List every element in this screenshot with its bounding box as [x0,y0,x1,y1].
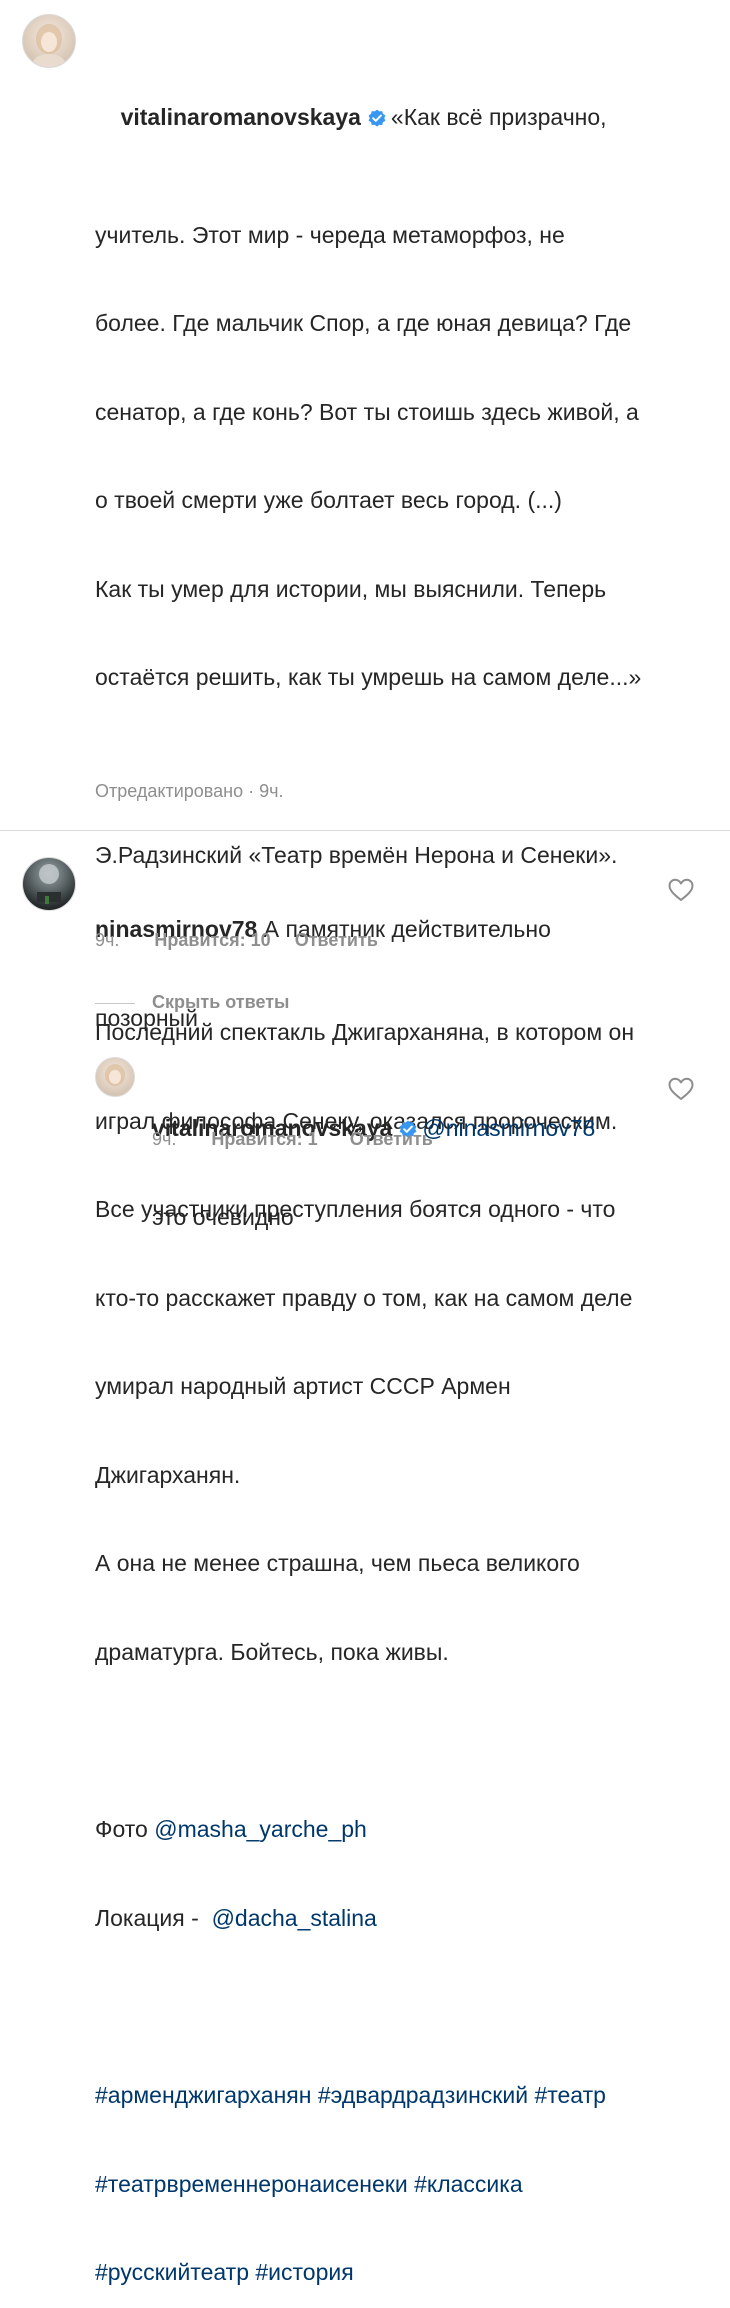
author-avatar[interactable] [22,14,76,68]
edited-timestamp: Отредактировано · 9ч. [95,781,284,801]
quote-line: более. Где мальчик Спор, а где юная деви… [95,310,632,336]
body-line: умирал народный артист СССР Армен [95,1373,511,1399]
location-label: Локация - [95,1904,212,1931]
commenter-avatar[interactable] [22,857,76,911]
verified-badge-icon [367,106,387,127]
reply-comment-text: vitalinaromanovskaya @ninasmirnov78 это о… [152,1055,652,1262]
hide-replies-line [95,1003,135,1004]
author-avatar-image [33,24,65,67]
reply-time: 9ч. [152,1129,177,1149]
hashtag-line[interactable]: #театрвременнеронаисенеки #классика [95,2170,715,2200]
reply-meta-row: 9ч. Нравится: 1 Ответить [152,1129,433,1150]
comment-time: 9ч. [95,930,120,950]
hashtag-line[interactable]: #арменджигарханян #эдвардрадзинский #теа… [95,2081,715,2111]
quote-line: сенатор, а где конь? Вот ты стоишь здесь… [95,398,639,425]
section-divider [0,830,730,831]
reply-button[interactable]: Ответить [295,930,378,950]
comment-meta-row: 9ч. Нравится: 10 Ответить [95,930,378,951]
hide-replies-label: Скрыть ответы [152,992,290,1012]
comment-likes-count[interactable]: Нравится: 10 [154,930,270,950]
quote-line: «Как всё призрачно, [390,103,607,130]
photographer-mention-link[interactable]: @masha_yarche_ph [154,1816,367,1842]
photo-label: Фото [95,1816,155,1842]
location-mention-link[interactable]: @dacha_stalina [212,1905,377,1931]
commenter-avatar-image [37,864,61,904]
like-comment-heart-icon[interactable] [668,878,694,902]
body-line: Джигарханян. [95,1461,241,1488]
caption-first-line: vitalinaromanovskaya «Как всё призрачно, [95,73,715,162]
body-line: драматурга. Бойтесь, пока живы. [95,1638,449,1665]
reply-avatar-image [105,1064,125,1086]
reply-reply-button[interactable]: Ответить [350,1129,433,1149]
reply-author-avatar[interactable] [95,1057,135,1097]
quote-line: Как ты умер для истории, мы выяснили. Те… [95,575,607,602]
quote-line: остаётся решить, как ты умрешь на самом … [95,664,642,690]
hashtag-line[interactable]: #русскийтеатр #история [95,2258,715,2288]
body-line: кто-то расскажет правду о том, как на са… [95,1284,633,1311]
comment-text: ninasmirnov78 А памятник действительно п… [95,856,655,1063]
reply-likes-count[interactable]: Нравится: 1 [211,1129,317,1149]
reply-mention-link[interactable]: @ninasmirnov78 [422,1115,595,1141]
quote-line: о твоей смерти уже болтает весь город. (… [95,487,562,513]
author-username[interactable]: vitalinaromanovskaya [121,104,361,130]
location-credit: Локация - @dacha_stalina [95,1904,715,1934]
like-reply-heart-icon[interactable] [668,1077,694,1101]
hide-replies-button[interactable]: Скрыть ответы [152,992,289,1013]
quote-line: учитель. Этот мир - череда метаморфоз, н… [95,221,565,248]
reply-text-line: это очевидно [152,1203,294,1230]
photo-credit: Фото @masha_yarche_ph [95,1815,715,1845]
body-line: А она не менее страшна, чем пьеса велико… [95,1550,580,1576]
